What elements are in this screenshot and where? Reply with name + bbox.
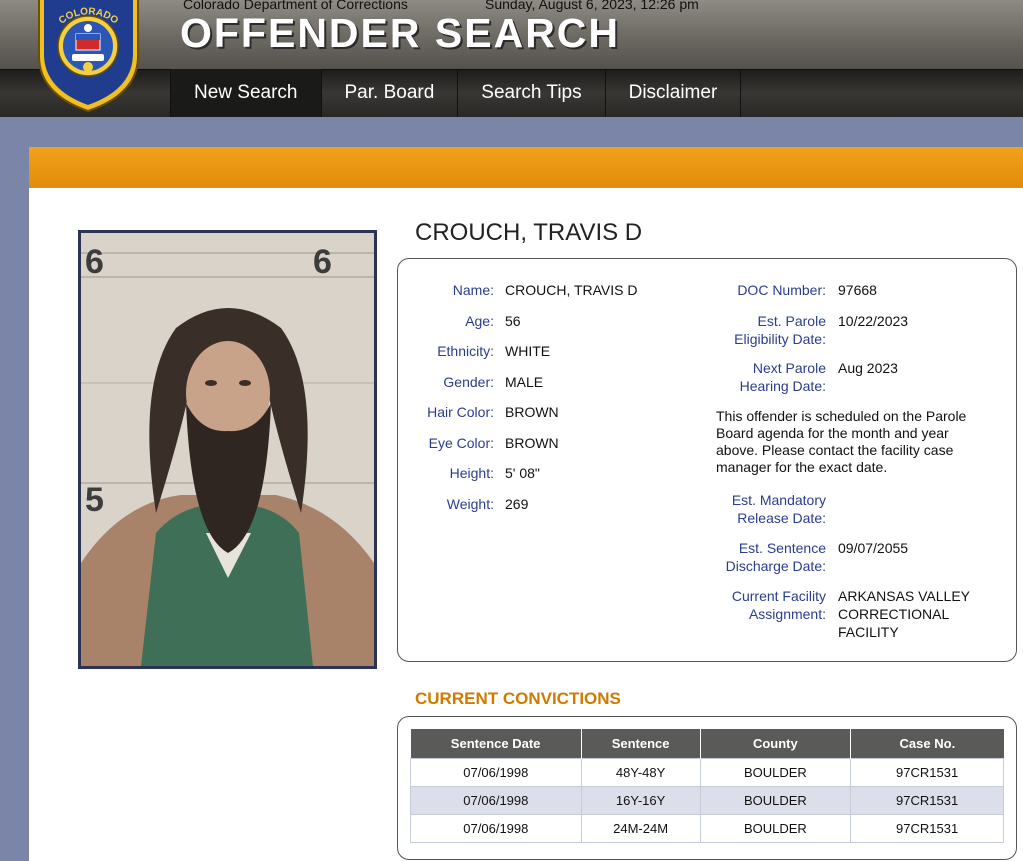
hair-color-value: BROWN	[505, 404, 559, 420]
facility-value-line-2: CORRECTIONAL	[838, 606, 950, 622]
nav-new-search[interactable]: New Search	[170, 69, 322, 117]
eye-color-value: BROWN	[505, 435, 559, 451]
sentence-discharge-label-2: Discharge Date:	[725, 558, 826, 574]
main-nav: New Search Par. Board Search Tips Discla…	[170, 69, 742, 117]
convictions-table: Sentence Date Sentence County Case No. 0…	[410, 729, 1004, 843]
cell-sentence-date: 07/06/1998	[410, 785, 582, 815]
cell-sentence: 48Y-48Y	[580, 757, 701, 787]
parole-eligibility-value: 10/22/2023	[838, 313, 909, 329]
name-value: CROUCH, TRAVIS D	[505, 282, 638, 298]
cell-sentence: 24M-24M	[580, 813, 701, 843]
nav-parole-board[interactable]: Par. Board	[322, 69, 459, 117]
parole-notice-line: above. Please contact the facility case	[716, 442, 954, 458]
gender-label: Gender:	[443, 374, 494, 390]
cell-county: BOULDER	[699, 757, 852, 787]
parole-notice-line: This offender is scheduled on the Parole	[716, 408, 967, 424]
height-marker-right: 6	[313, 243, 332, 281]
parole-eligibility-label-2: Eligibility Date:	[734, 331, 826, 347]
age-value: 56	[505, 313, 521, 329]
height-label: Height:	[449, 465, 494, 481]
header-banner: Colorado Department of Corrections Sunda…	[0, 0, 1023, 69]
table-row: 07/06/1998 16Y-16Y BOULDER 97CR1531	[410, 785, 1004, 815]
parole-eligibility-label-1: Est. Parole	[757, 313, 826, 329]
doc-number-label: DOC Number:	[737, 282, 826, 298]
cell-sentence-date: 07/06/1998	[410, 813, 582, 843]
ethnicity-value: WHITE	[505, 343, 551, 359]
offender-name-heading: CROUCH, TRAVIS D	[415, 219, 643, 246]
facility-label-1: Current Facility	[731, 588, 826, 604]
site-header: Colorado Department of Corrections Sunda…	[0, 0, 1023, 117]
cell-sentence-date: 07/06/1998	[410, 757, 582, 787]
height-marker-five: 5	[85, 481, 104, 519]
hair-color-label: Hair Color:	[427, 404, 494, 420]
eye-color-label: Eye Color:	[428, 435, 494, 451]
doc-seal-logo[interactable]: COLORADO	[31, 0, 146, 112]
height-value: 5' 08"	[505, 465, 540, 481]
table-header-row: Sentence Date Sentence County Case No.	[410, 729, 1004, 758]
site-title: OFFENDER SEARCH	[180, 10, 621, 56]
cell-case-no: 97CR1531	[850, 813, 1004, 843]
facility-value-line-1: ARKANSAS VALLEY	[838, 588, 971, 604]
main-content: 6 6 5 CROUCH, TRAVIS D Name: CROUCH, TRA…	[29, 147, 1023, 861]
age-label: Age:	[465, 313, 494, 329]
name-label: Name:	[452, 282, 494, 298]
mandatory-release-label-1: Est. Mandatory	[731, 492, 826, 508]
facility-value-line-3: FACILITY	[838, 624, 899, 640]
doc-number-value: 97668	[838, 282, 877, 298]
column-header-sentence: Sentence	[581, 729, 701, 758]
cell-sentence: 16Y-16Y	[580, 785, 701, 815]
cell-county: BOULDER	[699, 813, 852, 843]
nav-search-tips[interactable]: Search Tips	[458, 69, 606, 117]
table-row: 07/06/1998 48Y-48Y BOULDER 97CR1531	[410, 757, 1004, 787]
sentence-discharge-label-1: Est. Sentence	[738, 540, 826, 556]
height-marker-left: 6	[85, 243, 104, 281]
column-header-sentence-date: Sentence Date	[410, 729, 582, 758]
parole-notice: This offender is scheduled on the Parole…	[716, 408, 1006, 476]
table-row: 07/06/1998 24M-24M BOULDER 97CR1531	[410, 813, 1004, 843]
parole-notice-line: Board agenda for the month and year	[716, 425, 949, 441]
convictions-heading: CURRENT CONVICTIONS	[415, 689, 621, 708]
column-header-county: County	[700, 729, 852, 758]
cell-county: BOULDER	[699, 785, 852, 815]
offender-photo: 6 6 5	[78, 230, 377, 669]
sentence-discharge-value: 09/07/2055	[838, 540, 909, 556]
column-header-case-no: Case No.	[850, 729, 1004, 758]
gender-value: MALE	[505, 374, 544, 390]
mandatory-release-label-2: Release Date:	[737, 510, 826, 526]
next-hearing-label-1: Next Parole	[752, 360, 826, 376]
nav-disclaimer[interactable]: Disclaimer	[606, 69, 742, 117]
cell-case-no: 97CR1531	[850, 757, 1004, 787]
weight-value: 269	[505, 496, 529, 512]
accent-bar	[29, 147, 1023, 188]
next-hearing-value: Aug 2023	[838, 360, 898, 376]
ethnicity-label: Ethnicity:	[437, 343, 494, 359]
next-hearing-label-2: Hearing Date:	[739, 378, 826, 394]
facility-label-2: Assignment:	[748, 606, 826, 622]
weight-label: Weight:	[446, 496, 494, 512]
cell-case-no: 97CR1531	[850, 785, 1004, 815]
parole-notice-line: manager for the exact date.	[716, 459, 888, 475]
